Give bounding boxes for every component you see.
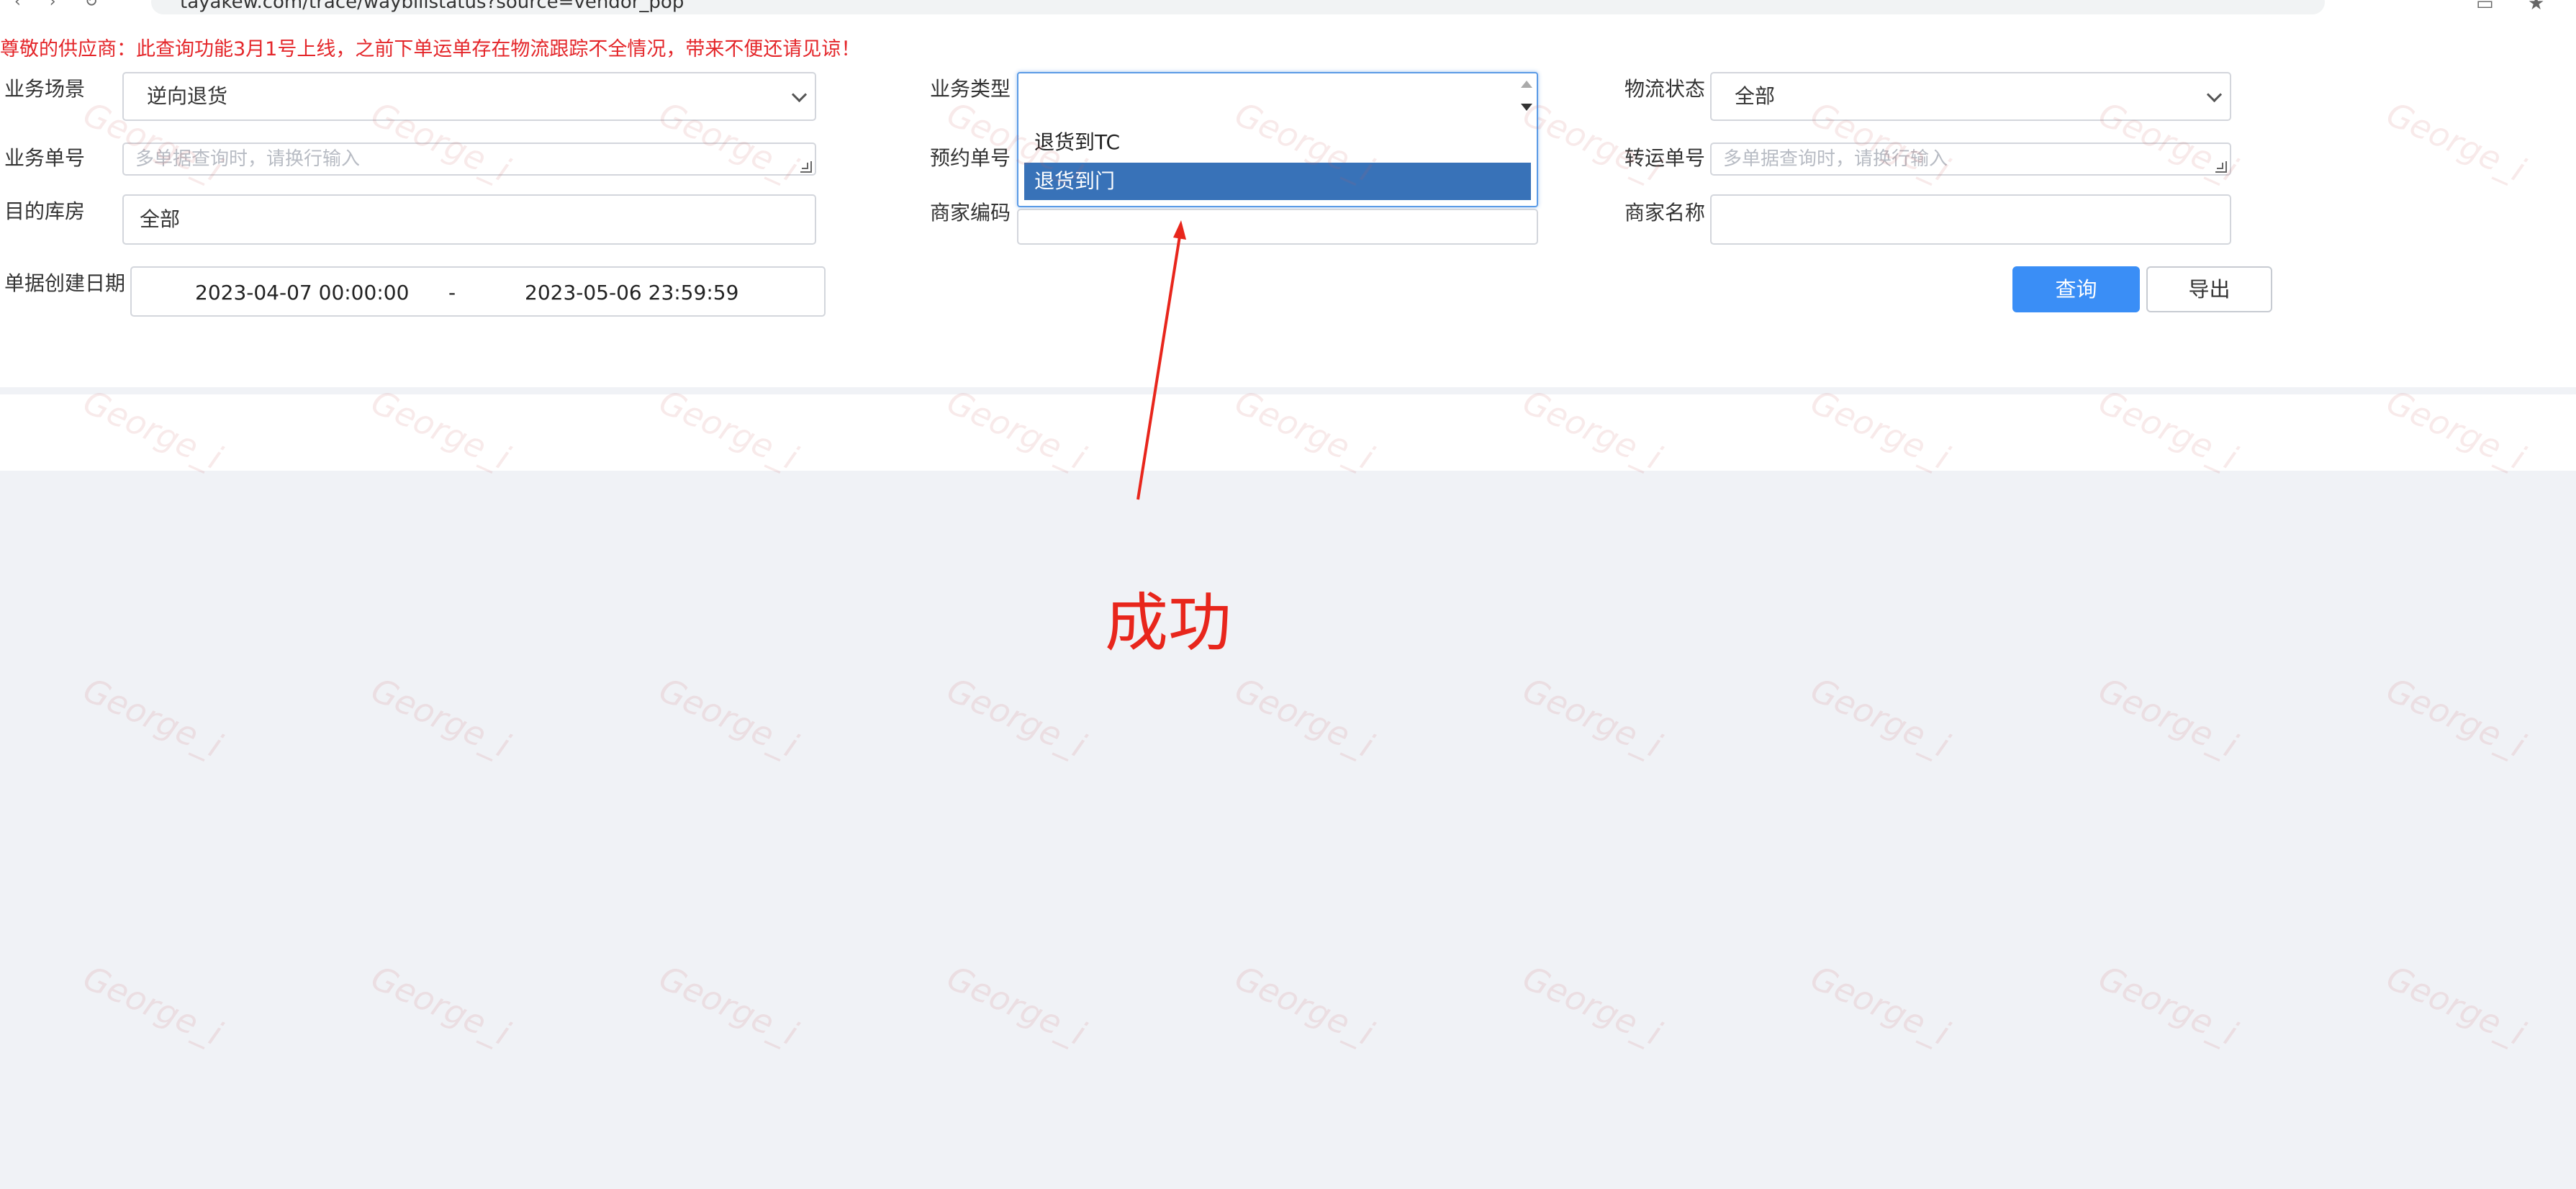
annotation-success-text: 成功: [1105, 586, 1232, 660]
annotation-arrow: [1136, 220, 1186, 500]
